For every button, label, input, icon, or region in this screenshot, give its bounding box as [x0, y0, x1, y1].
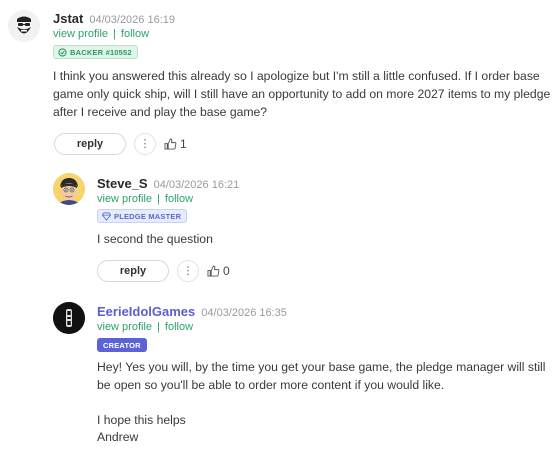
link-separator: |	[113, 28, 116, 40]
timestamp: 04/03/2026 16:21	[153, 179, 240, 191]
author-name[interactable]: Jstat	[53, 11, 83, 26]
thumbs-up-icon	[207, 265, 220, 277]
badge-label: BACKER #10552	[70, 47, 132, 57]
view-profile-link[interactable]: view profile	[97, 321, 152, 333]
comment-body: I second the question	[97, 232, 213, 246]
creator-badge: CREATOR	[97, 338, 147, 352]
author-name[interactable]: EerieIdolGames	[97, 304, 195, 319]
avatar[interactable]	[53, 173, 85, 205]
author-name[interactable]: Steve_S	[97, 176, 148, 191]
comment-body-paragraph: I hope this helps	[97, 413, 186, 427]
timestamp: 04/03/2026 16:35	[201, 307, 287, 319]
thumbs-up-icon	[164, 138, 177, 150]
idol-logo-icon	[53, 302, 85, 334]
comment-signature: Andrew	[97, 430, 139, 444]
link-separator: |	[157, 193, 160, 205]
view-profile-link[interactable]: view profile	[97, 193, 152, 205]
like-count: 1	[180, 137, 187, 151]
more-options-button[interactable]: ⋮	[134, 133, 156, 155]
like-count: 0	[223, 264, 230, 278]
follow-link[interactable]: follow	[121, 28, 149, 40]
badge-label: PLEDGE MASTER	[114, 211, 182, 221]
badge-label: CREATOR	[103, 340, 141, 350]
timestamp: 04/03/2026 16:19	[89, 14, 175, 26]
like-button[interactable]: 0	[207, 264, 230, 278]
reply-button[interactable]: reply	[54, 133, 126, 155]
backer-icon	[58, 47, 67, 57]
backer-badge: BACKER #10552	[53, 45, 138, 59]
like-button[interactable]: 1	[164, 137, 187, 151]
bearded-face-icon	[8, 10, 40, 42]
link-separator: |	[157, 321, 160, 333]
comment-body: I think you answered this already so I a…	[53, 69, 551, 119]
reply-button[interactable]: reply	[97, 260, 169, 282]
view-profile-link[interactable]: view profile	[53, 28, 108, 40]
cartoon-face-icon	[53, 173, 85, 205]
follow-link[interactable]: follow	[165, 193, 193, 205]
avatar[interactable]	[53, 302, 85, 334]
pledge-master-badge: PLEDGE MASTER	[97, 209, 188, 223]
more-options-button[interactable]: ⋮	[177, 260, 199, 282]
diamond-icon	[102, 211, 111, 221]
follow-link[interactable]: follow	[165, 321, 193, 333]
comment-body-paragraph: Hey! Yes you will, by the time you get y…	[97, 360, 546, 392]
avatar[interactable]	[8, 10, 40, 42]
